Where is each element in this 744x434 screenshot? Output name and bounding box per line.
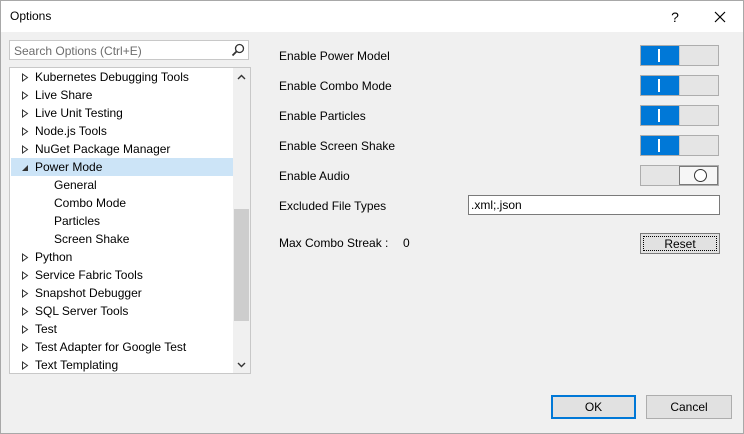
tree-item[interactable]: Live Share — [11, 86, 233, 104]
collapsed-arrow-icon[interactable] — [20, 104, 30, 122]
tree-item-label: Live Share — [35, 88, 93, 102]
tree-item-label: Text Templating — [35, 358, 119, 372]
ok-button-label: OK — [584, 400, 603, 414]
expanded-arrow-icon[interactable] — [20, 158, 30, 176]
tree-item[interactable]: Snapshot Debugger — [11, 284, 233, 302]
tree-item[interactable]: Combo Mode — [11, 194, 233, 212]
chevron-up-icon — [237, 74, 246, 79]
excluded-file-types-field[interactable]: .xml;.json — [468, 195, 720, 215]
enable-screen-shake-label: Enable Screen Shake — [279, 139, 396, 153]
cancel-button-label: Cancel — [670, 400, 708, 414]
collapsed-arrow-icon[interactable] — [20, 320, 30, 338]
excluded-file-types-value[interactable]: .xml;.json — [471, 198, 522, 212]
collapsed-arrow-icon[interactable] — [20, 86, 30, 104]
help-button[interactable]: ? — [652, 1, 698, 32]
tree-item[interactable]: Test Adapter for Google Test — [11, 338, 233, 356]
tree-item-label: Kubernetes Debugging Tools — [35, 70, 189, 84]
tree-item-label: Service Fabric Tools — [35, 268, 143, 282]
collapsed-arrow-icon[interactable] — [20, 248, 30, 266]
enable-audio-toggle[interactable] — [640, 165, 719, 186]
tree-item[interactable]: Service Fabric Tools — [11, 266, 233, 284]
options-tree: Text Templating Test Adapter for Google T… — [9, 67, 251, 374]
tree-item[interactable]: Particles — [11, 212, 233, 230]
enable-particles-label: Enable Particles — [279, 109, 366, 123]
tree-item[interactable]: Text Templating — [11, 356, 233, 373]
chevron-down-icon — [237, 362, 246, 367]
enable-particles-toggle[interactable] — [640, 105, 719, 126]
tree-scrollbar[interactable] — [233, 68, 250, 373]
tree-item-label: NuGet Package Manager — [35, 142, 171, 156]
tree-item-label: Particles — [54, 214, 101, 228]
enable-audio-label: Enable Audio — [279, 169, 350, 183]
tree-item[interactable]: Kubernetes Debugging Tools — [11, 68, 233, 86]
reset-button[interactable]: Reset — [640, 233, 720, 254]
collapsed-arrow-icon[interactable] — [20, 68, 30, 86]
excluded-file-types-label: Excluded File Types — [279, 199, 387, 213]
scroll-down-button[interactable] — [233, 356, 250, 373]
tree-item-label: Test Adapter for Google Test — [35, 340, 187, 354]
tree-item[interactable]: NuGet Package Manager — [11, 140, 233, 158]
collapsed-arrow-icon[interactable] — [20, 140, 30, 158]
tree-item-label: Combo Mode — [54, 196, 127, 210]
collapsed-arrow-icon[interactable] — [20, 266, 30, 284]
collapsed-arrow-icon[interactable] — [20, 338, 30, 356]
enable-screen-shake-toggle[interactable] — [640, 135, 719, 156]
collapsed-arrow-icon[interactable] — [20, 284, 30, 302]
ok-button[interactable]: OK — [551, 395, 636, 419]
scroll-up-button[interactable] — [233, 68, 250, 85]
tree-item[interactable]: Power Mode — [11, 158, 233, 176]
tree-item-label: Test — [35, 322, 58, 336]
enable-power-model-label: Enable Power Model — [279, 49, 390, 63]
tree-item-label: Live Unit Testing — [35, 106, 123, 120]
tree-item[interactable]: Node.js Tools — [11, 122, 233, 140]
tree-item-label: Snapshot Debugger — [35, 286, 142, 300]
search-input[interactable]: Search Options (Ctrl+E) — [14, 44, 142, 58]
collapsed-arrow-icon[interactable] — [20, 356, 30, 373]
tree-item[interactable]: General — [11, 176, 233, 194]
tree-item[interactable]: Live Unit Testing — [11, 104, 233, 122]
tree-item-label: Python — [35, 250, 73, 264]
enable-combo-mode-label: Enable Combo Mode — [279, 79, 392, 93]
cancel-button[interactable]: Cancel — [646, 395, 732, 419]
tree-item-label: Power Mode — [35, 160, 103, 174]
close-icon — [714, 11, 726, 22]
tree-item-label: Node.js Tools — [35, 124, 107, 138]
max-combo-streak-value: 0 — [403, 236, 410, 250]
tree-item[interactable]: SQL Server Tools — [11, 302, 233, 320]
title-bar: Options ? — [1, 1, 743, 32]
tree-item-label: General — [54, 178, 97, 192]
search-icon[interactable] — [231, 43, 245, 57]
collapsed-arrow-icon[interactable] — [20, 302, 30, 320]
collapsed-arrow-icon[interactable] — [20, 122, 30, 140]
enable-combo-mode-toggle[interactable] — [640, 75, 719, 96]
dialog-title: Options — [10, 9, 52, 23]
tree-item-label: Screen Shake — [54, 232, 130, 246]
close-button[interactable] — [697, 1, 743, 32]
options-dialog: Options ? Search Options (Ctrl+E) Text T… — [0, 0, 744, 434]
enable-power-model-toggle[interactable] — [640, 45, 719, 66]
tree-item[interactable]: Python — [11, 248, 233, 266]
tree-item[interactable]: Screen Shake — [11, 230, 233, 248]
tree-item-label: SQL Server Tools — [35, 304, 129, 318]
scroll-thumb[interactable] — [234, 209, 249, 321]
search-options-box[interactable]: Search Options (Ctrl+E) — [9, 40, 249, 60]
max-combo-streak-label: Max Combo Streak : — [279, 236, 389, 250]
tree-item[interactable]: Test — [11, 320, 233, 338]
